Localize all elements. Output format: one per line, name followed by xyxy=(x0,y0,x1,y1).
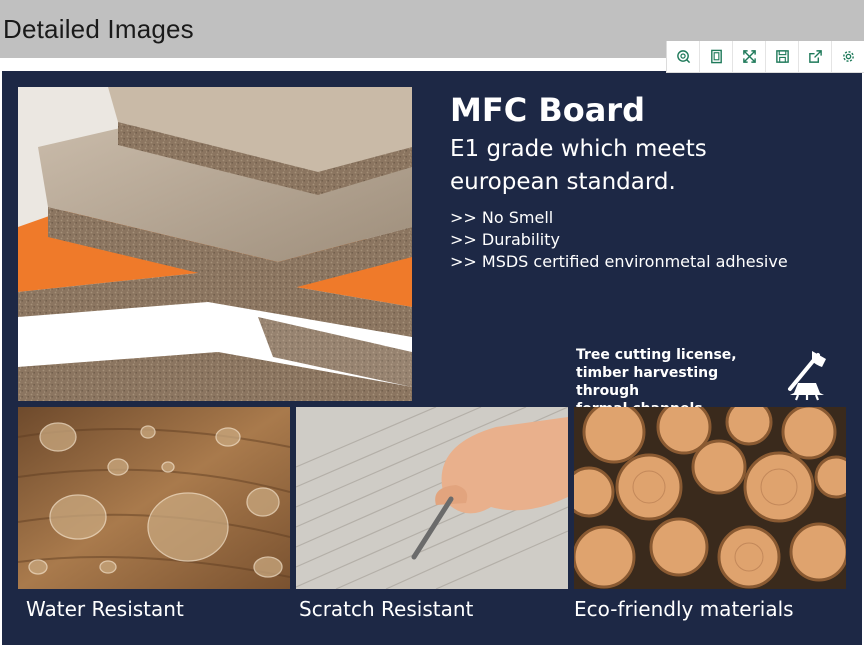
image-toolbar xyxy=(666,41,864,73)
license-line: timber harvesting through xyxy=(576,365,719,399)
product-title: MFC Board xyxy=(450,91,645,129)
save-button[interactable] xyxy=(766,41,799,72)
feature-item: >> MSDS certified environmetal adhesive xyxy=(450,252,788,271)
page-title: Detailed Images xyxy=(3,14,194,44)
fullscreen-button[interactable] xyxy=(733,41,766,72)
caption-water-resistant: Water Resistant xyxy=(26,597,184,621)
zoom-icon xyxy=(676,50,690,64)
copy-icon xyxy=(710,49,722,64)
feature-list: >> No Smell >> Durability >> MSDS certif… xyxy=(450,207,810,273)
share-button[interactable] xyxy=(799,41,832,72)
settings-icon xyxy=(842,51,854,62)
feature-item: >> Durability xyxy=(450,230,560,249)
license-line: Tree cutting license, xyxy=(576,347,737,363)
product-banner: MFC Board E1 grade which meets european … xyxy=(2,71,862,645)
fullscreen-icon xyxy=(742,50,756,63)
copy-button[interactable] xyxy=(700,41,733,72)
share-icon xyxy=(808,50,822,63)
zoom-button[interactable] xyxy=(667,41,700,72)
water-droplets-image xyxy=(18,407,290,589)
caption-scratch-resistant: Scratch Resistant xyxy=(299,597,474,621)
product-subtitle: E1 grade which meets european standard. xyxy=(450,136,707,195)
timber-logs-image xyxy=(574,407,846,589)
save-icon xyxy=(775,50,789,63)
axe-stump-icon xyxy=(788,351,826,401)
product-description: MFC Board E1 grade which meets european … xyxy=(450,91,810,273)
feature-item: >> No Smell xyxy=(450,208,554,227)
mfc-board-stack-image xyxy=(18,87,412,401)
settings-button[interactable] xyxy=(832,41,864,72)
scratch-test-image xyxy=(296,407,568,589)
caption-eco-friendly: Eco-friendly materials xyxy=(574,597,794,621)
